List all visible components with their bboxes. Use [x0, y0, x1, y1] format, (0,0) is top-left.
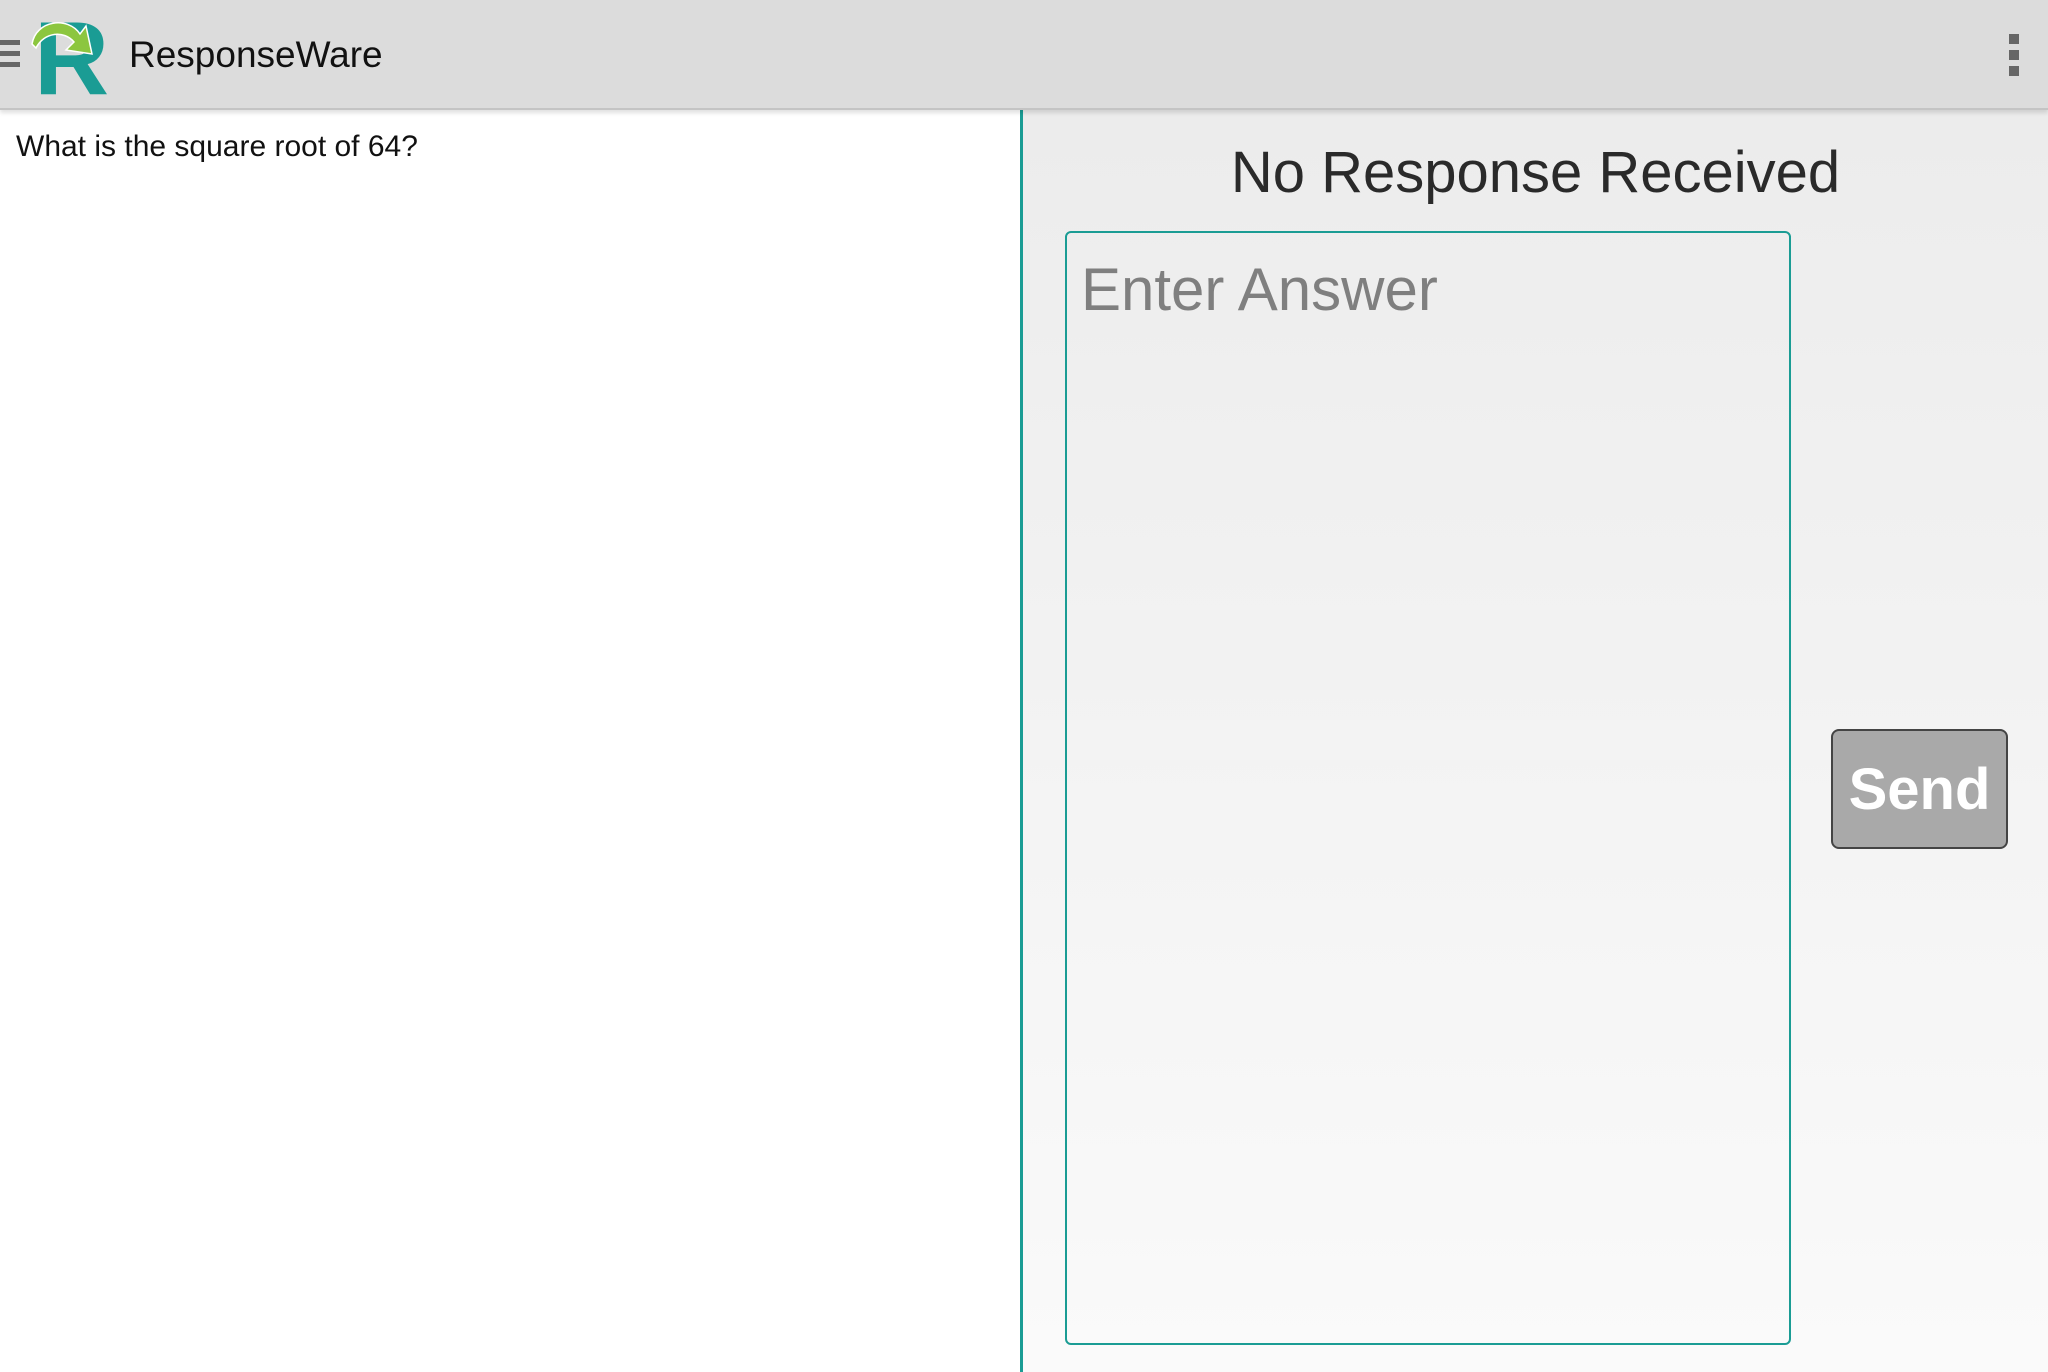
responseware-logo: R: [31, 10, 109, 98]
question-text: What is the square root of 64?: [16, 130, 418, 163]
response-pane: No Response Received Send: [1023, 110, 2048, 1372]
more-vert-icon[interactable]: [1994, 30, 2034, 80]
question-pane: What is the square root of 64?: [0, 110, 1020, 1372]
send-button[interactable]: Send: [1831, 729, 2008, 849]
svg-text:R: R: [34, 10, 109, 98]
responseware-app: R ResponseWare What is the square root o…: [0, 0, 2048, 1372]
answer-input[interactable]: [1065, 231, 1791, 1345]
app-title: ResponseWare: [129, 34, 383, 75]
hamburger-icon[interactable]: [0, 40, 20, 70]
response-status: No Response Received: [1230, 140, 1841, 205]
app-bar: R ResponseWare: [0, 0, 2048, 110]
